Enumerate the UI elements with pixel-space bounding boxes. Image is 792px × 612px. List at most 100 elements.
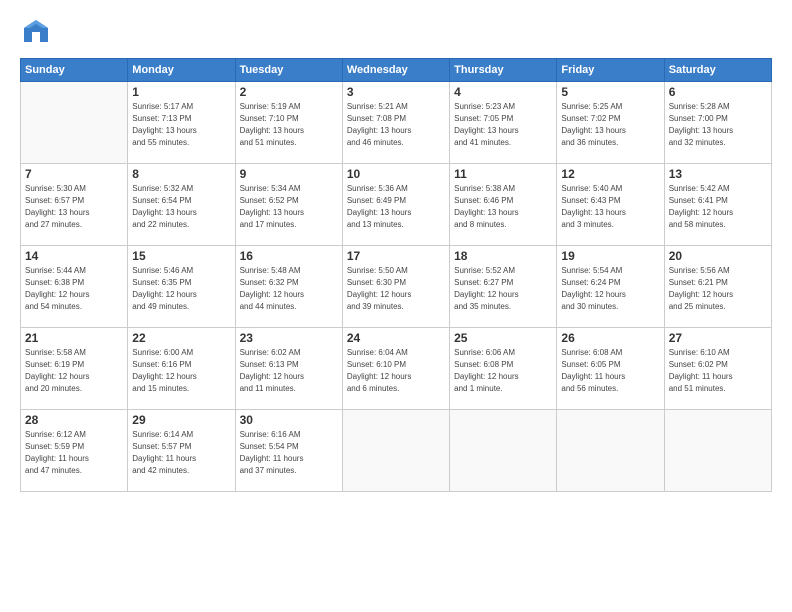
day-number: 17 xyxy=(347,249,445,263)
week-row-1: 7 Sunrise: 5:30 AM Sunset: 6:57 PM Daylig… xyxy=(21,164,772,246)
calendar-cell: 5 Sunrise: 5:25 AM Sunset: 7:02 PM Daylig… xyxy=(557,82,664,164)
calendar-cell xyxy=(342,410,449,492)
day-info: Sunrise: 5:42 AM Sunset: 6:41 PM Dayligh… xyxy=(669,183,767,231)
week-row-2: 14 Sunrise: 5:44 AM Sunset: 6:38 PM Dayli… xyxy=(21,246,772,328)
day-info: Sunrise: 5:30 AM Sunset: 6:57 PM Dayligh… xyxy=(25,183,123,231)
day-info: Sunrise: 5:36 AM Sunset: 6:49 PM Dayligh… xyxy=(347,183,445,231)
day-number: 16 xyxy=(240,249,338,263)
calendar-cell: 30 Sunrise: 6:16 AM Sunset: 5:54 PM Dayli… xyxy=(235,410,342,492)
day-number: 20 xyxy=(669,249,767,263)
day-number: 28 xyxy=(25,413,123,427)
day-number: 9 xyxy=(240,167,338,181)
calendar-cell xyxy=(664,410,771,492)
calendar-cell: 9 Sunrise: 5:34 AM Sunset: 6:52 PM Daylig… xyxy=(235,164,342,246)
calendar-cell: 8Sunrise: 5:32 AM Sunset: 6:54 PM Daylig… xyxy=(128,164,235,246)
day-info: Sunrise: 6:00 AM Sunset: 6:16 PM Dayligh… xyxy=(132,347,230,395)
day-info: Sunrise: 5:52 AM Sunset: 6:27 PM Dayligh… xyxy=(454,265,552,313)
day-info: Sunrise: 6:10 AM Sunset: 6:02 PM Dayligh… xyxy=(669,347,767,395)
calendar-cell: 13 Sunrise: 5:42 AM Sunset: 6:41 PM Dayli… xyxy=(664,164,771,246)
day-info: Sunrise: 5:19 AM Sunset: 7:10 PM Dayligh… xyxy=(240,101,338,149)
calendar-cell: 17 Sunrise: 5:50 AM Sunset: 6:30 PM Dayli… xyxy=(342,246,449,328)
day-number: 24 xyxy=(347,331,445,345)
calendar-cell: 16 Sunrise: 5:48 AM Sunset: 6:32 PM Dayli… xyxy=(235,246,342,328)
day-info: Sunrise: 6:12 AM Sunset: 5:59 PM Dayligh… xyxy=(25,429,123,477)
day-number: 11 xyxy=(454,167,552,181)
calendar-cell: 21 Sunrise: 5:58 AM Sunset: 6:19 PM Dayli… xyxy=(21,328,128,410)
day-number: 1 xyxy=(132,85,230,99)
day-info: Sunrise: 6:02 AM Sunset: 6:13 PM Dayligh… xyxy=(240,347,338,395)
day-info: Sunrise: 5:38 AM Sunset: 6:46 PM Dayligh… xyxy=(454,183,552,231)
day-info: Sunrise: 5:28 AM Sunset: 7:00 PM Dayligh… xyxy=(669,101,767,149)
logo xyxy=(20,16,58,48)
weekday-header-tuesday: Tuesday xyxy=(235,59,342,82)
calendar-cell: 23 Sunrise: 6:02 AM Sunset: 6:13 PM Dayli… xyxy=(235,328,342,410)
day-info: Sunrise: 5:32 AM Sunset: 6:54 PM Dayligh… xyxy=(132,183,230,231)
calendar-cell: 3 Sunrise: 5:21 AM Sunset: 7:08 PM Daylig… xyxy=(342,82,449,164)
day-info: Sunrise: 5:44 AM Sunset: 6:38 PM Dayligh… xyxy=(25,265,123,313)
day-number: 22 xyxy=(132,331,230,345)
weekday-header-friday: Friday xyxy=(557,59,664,82)
weekday-header-thursday: Thursday xyxy=(450,59,557,82)
day-number: 7 xyxy=(25,167,123,181)
day-number: 10 xyxy=(347,167,445,181)
day-info: Sunrise: 5:50 AM Sunset: 6:30 PM Dayligh… xyxy=(347,265,445,313)
calendar-cell: 7 Sunrise: 5:30 AM Sunset: 6:57 PM Daylig… xyxy=(21,164,128,246)
calendar-cell: 26 Sunrise: 6:08 AM Sunset: 6:05 PM Dayli… xyxy=(557,328,664,410)
calendar-cell: 12 Sunrise: 5:40 AM Sunset: 6:43 PM Dayli… xyxy=(557,164,664,246)
day-number: 5 xyxy=(561,85,659,99)
weekday-header-saturday: Saturday xyxy=(664,59,771,82)
day-info: Sunrise: 5:40 AM Sunset: 6:43 PM Dayligh… xyxy=(561,183,659,231)
day-info: Sunrise: 5:54 AM Sunset: 6:24 PM Dayligh… xyxy=(561,265,659,313)
day-number: 14 xyxy=(25,249,123,263)
calendar-cell: 22 Sunrise: 6:00 AM Sunset: 6:16 PM Dayli… xyxy=(128,328,235,410)
weekday-header-row: SundayMondayTuesdayWednesdayThursdayFrid… xyxy=(21,59,772,82)
calendar-cell: 1Sunrise: 5:17 AM Sunset: 7:13 PM Daylig… xyxy=(128,82,235,164)
weekday-header-sunday: Sunday xyxy=(21,59,128,82)
day-number: 26 xyxy=(561,331,659,345)
calendar-cell: 11 Sunrise: 5:38 AM Sunset: 6:46 PM Dayli… xyxy=(450,164,557,246)
day-info: Sunrise: 6:08 AM Sunset: 6:05 PM Dayligh… xyxy=(561,347,659,395)
day-info: Sunrise: 5:56 AM Sunset: 6:21 PM Dayligh… xyxy=(669,265,767,313)
page: SundayMondayTuesdayWednesdayThursdayFrid… xyxy=(0,0,792,612)
day-info: Sunrise: 6:06 AM Sunset: 6:08 PM Dayligh… xyxy=(454,347,552,395)
day-number: 27 xyxy=(669,331,767,345)
week-row-0: 1Sunrise: 5:17 AM Sunset: 7:13 PM Daylig… xyxy=(21,82,772,164)
calendar-cell: 14 Sunrise: 5:44 AM Sunset: 6:38 PM Dayli… xyxy=(21,246,128,328)
day-number: 12 xyxy=(561,167,659,181)
day-info: Sunrise: 5:34 AM Sunset: 6:52 PM Dayligh… xyxy=(240,183,338,231)
day-number: 21 xyxy=(25,331,123,345)
day-number: 13 xyxy=(669,167,767,181)
day-info: Sunrise: 5:23 AM Sunset: 7:05 PM Dayligh… xyxy=(454,101,552,149)
day-number: 29 xyxy=(132,413,230,427)
header xyxy=(20,16,772,48)
day-info: Sunrise: 6:04 AM Sunset: 6:10 PM Dayligh… xyxy=(347,347,445,395)
day-info: Sunrise: 5:58 AM Sunset: 6:19 PM Dayligh… xyxy=(25,347,123,395)
calendar-cell: 6 Sunrise: 5:28 AM Sunset: 7:00 PM Daylig… xyxy=(664,82,771,164)
calendar-cell: 15Sunrise: 5:46 AM Sunset: 6:35 PM Dayli… xyxy=(128,246,235,328)
day-info: Sunrise: 5:25 AM Sunset: 7:02 PM Dayligh… xyxy=(561,101,659,149)
day-info: Sunrise: 5:48 AM Sunset: 6:32 PM Dayligh… xyxy=(240,265,338,313)
day-number: 3 xyxy=(347,85,445,99)
day-info: Sunrise: 5:21 AM Sunset: 7:08 PM Dayligh… xyxy=(347,101,445,149)
calendar-cell: 10 Sunrise: 5:36 AM Sunset: 6:49 PM Dayli… xyxy=(342,164,449,246)
day-number: 30 xyxy=(240,413,338,427)
calendar-cell: 19Sunrise: 5:54 AM Sunset: 6:24 PM Dayli… xyxy=(557,246,664,328)
day-info: Sunrise: 6:14 AM Sunset: 5:57 PM Dayligh… xyxy=(132,429,230,477)
day-number: 2 xyxy=(240,85,338,99)
calendar-table: SundayMondayTuesdayWednesdayThursdayFrid… xyxy=(20,58,772,492)
calendar-cell: 2 Sunrise: 5:19 AM Sunset: 7:10 PM Daylig… xyxy=(235,82,342,164)
day-number: 18 xyxy=(454,249,552,263)
logo-icon xyxy=(20,16,52,48)
day-info: Sunrise: 6:16 AM Sunset: 5:54 PM Dayligh… xyxy=(240,429,338,477)
calendar-cell: 25 Sunrise: 6:06 AM Sunset: 6:08 PM Dayli… xyxy=(450,328,557,410)
day-number: 25 xyxy=(454,331,552,345)
day-number: 6 xyxy=(669,85,767,99)
weekday-header-wednesday: Wednesday xyxy=(342,59,449,82)
calendar-cell: 18 Sunrise: 5:52 AM Sunset: 6:27 PM Dayli… xyxy=(450,246,557,328)
day-number: 15 xyxy=(132,249,230,263)
calendar-cell xyxy=(450,410,557,492)
calendar-cell xyxy=(557,410,664,492)
calendar-cell: 20 Sunrise: 5:56 AM Sunset: 6:21 PM Dayli… xyxy=(664,246,771,328)
calendar-cell: 28 Sunrise: 6:12 AM Sunset: 5:59 PM Dayli… xyxy=(21,410,128,492)
day-number: 23 xyxy=(240,331,338,345)
